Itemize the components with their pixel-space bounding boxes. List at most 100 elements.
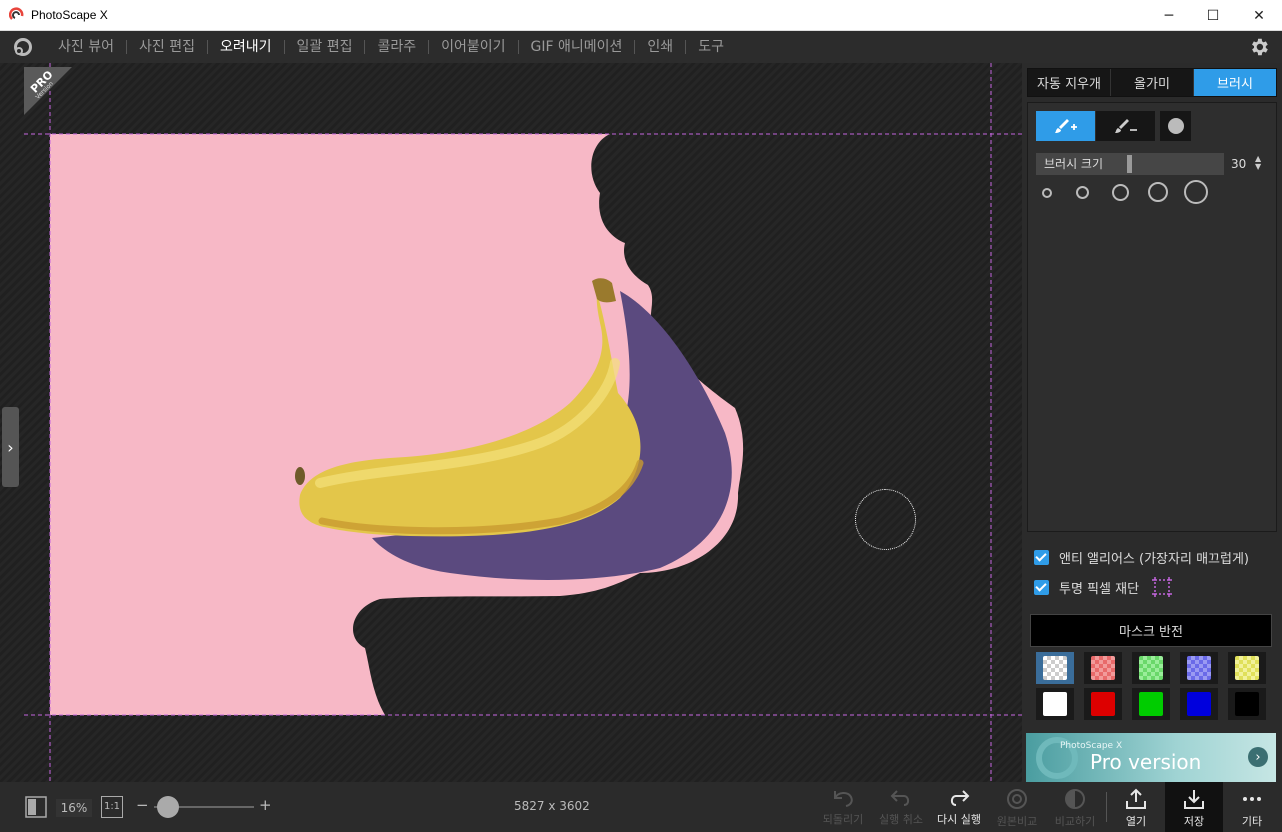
swatch-checker-blue[interactable] [1180, 652, 1218, 684]
chevron-right-icon: › [7, 437, 14, 457]
zoom-level[interactable]: 16% [56, 799, 92, 817]
swatch-checker-white[interactable] [1036, 652, 1074, 684]
brush-erase-button[interactable] [1096, 111, 1155, 141]
checker-yellow-swatch [1235, 656, 1259, 680]
pro-version-badge: PRO Version [24, 67, 72, 115]
bottom-toolbar: 16% 1:1 − + 5827 x 3602 되돌리기 실행 취소 다시 실행… [0, 782, 1282, 832]
menu-photo-viewer[interactable]: 사진 뷰어 [46, 31, 126, 63]
compare-original-icon [1007, 789, 1027, 809]
swatch-checker-red[interactable] [1084, 652, 1122, 684]
circle-brush-button[interactable] [1160, 111, 1191, 141]
main-menu-bar: 사진 뷰어 사진 편집 오려내기 일괄 편집 콜라주 이어붙이기 GIF 애니메… [0, 31, 1282, 63]
save-icon [1184, 790, 1204, 809]
crop-transparent-checkbox[interactable] [1034, 579, 1049, 595]
compare-icon [1065, 789, 1085, 809]
brush-size-value[interactable]: 30 [1231, 153, 1246, 175]
menu-batch-editor[interactable]: 일괄 편집 [285, 31, 365, 63]
more-label: 기타 [1241, 815, 1263, 828]
brush-options: 브러시 크기 30 ▲ ▼ [1027, 102, 1277, 532]
swatch-black[interactable] [1228, 688, 1266, 720]
compare-original-label: 원본비교 [996, 815, 1038, 828]
tab-lasso[interactable]: 올가미 [1111, 69, 1194, 96]
compare-button[interactable]: 비교하기 [1046, 782, 1104, 832]
black-swatch [1235, 692, 1259, 716]
redo-label: 다시 실행 [937, 813, 981, 826]
menu-collage[interactable]: 콜라주 [365, 31, 428, 63]
actual-size-button[interactable]: 1:1 [101, 796, 123, 818]
more-button[interactable]: 기타 [1223, 782, 1281, 832]
revert-icon [834, 791, 853, 807]
brush-add-button[interactable] [1036, 111, 1095, 141]
app-logo-icon [9, 7, 24, 20]
brush-preset-2[interactable] [1076, 186, 1089, 199]
compare-label: 비교하기 [1054, 815, 1096, 828]
window-title: PhotoScape X [31, 8, 108, 22]
brush-add-icon [1054, 119, 1077, 133]
undo-button[interactable]: 실행 취소 [872, 782, 930, 832]
white-swatch [1043, 692, 1067, 716]
save-label: 저장 [1183, 815, 1205, 828]
tab-auto-eraser[interactable]: 자동 지우개 [1028, 69, 1111, 96]
brush-size-slider[interactable]: 브러시 크기 [1036, 153, 1224, 175]
brush-preset-3[interactable] [1112, 184, 1129, 201]
brush-cursor [855, 489, 916, 550]
tool-tabs: 자동 지우개 올가미 브러시 [1027, 68, 1277, 97]
menu-tools[interactable]: 도구 [686, 31, 736, 63]
title-bar: PhotoScape X ─ ☐ ✕ [0, 0, 1282, 31]
redo-button[interactable]: 다시 실행 [930, 782, 988, 832]
maximize-button[interactable]: ☐ [1190, 0, 1236, 31]
canvas-area[interactable]: PRO Version › [0, 63, 1022, 782]
blue-swatch [1187, 692, 1211, 716]
revert-label: 되돌리기 [822, 813, 864, 826]
brush-size-thumb[interactable] [1127, 155, 1132, 173]
red-swatch [1091, 692, 1115, 716]
gear-icon[interactable] [1248, 36, 1270, 58]
swatch-blue[interactable] [1180, 688, 1218, 720]
banana-tip [295, 467, 305, 485]
swatch-red[interactable] [1084, 688, 1122, 720]
zoom-slider-thumb[interactable] [157, 796, 179, 818]
menu-combine[interactable]: 이어붙이기 [429, 31, 517, 63]
anti-alias-option[interactable]: 앤티 앨리어스 (가장자리 매끄럽게) [1034, 548, 1249, 567]
open-label: 열기 [1125, 815, 1147, 828]
redo-icon [950, 790, 970, 806]
brush-preset-4[interactable] [1148, 182, 1168, 202]
brush-size-spinner-icon[interactable]: ▲ ▼ [1255, 155, 1261, 171]
home-icon[interactable] [12, 36, 34, 58]
close-button[interactable]: ✕ [1236, 0, 1282, 31]
anti-alias-checkbox[interactable] [1034, 549, 1049, 565]
tab-brush[interactable]: 브러시 [1194, 69, 1276, 96]
pro-version-banner[interactable]: PhotoScape X Pro version › [1026, 733, 1276, 782]
menu-print[interactable]: 인쇄 [635, 31, 685, 63]
cutout-image[interactable] [0, 63, 1022, 782]
swatch-green[interactable] [1132, 688, 1170, 720]
save-button[interactable]: 저장 [1165, 782, 1223, 832]
zoom-in-button[interactable]: + [259, 796, 272, 814]
zoom-out-button[interactable]: − [136, 796, 149, 814]
minimize-button[interactable]: ─ [1146, 0, 1192, 31]
chevron-right-icon[interactable]: › [1248, 747, 1268, 767]
crop-transparent-option[interactable]: 투명 픽셀 재단 [1034, 577, 1173, 597]
menu-photo-editor[interactable]: 사진 편집 [127, 31, 207, 63]
swatch-white[interactable] [1036, 688, 1074, 720]
compare-original-button[interactable]: 원본비교 [988, 782, 1046, 832]
swatch-checker-yellow[interactable] [1228, 652, 1266, 684]
brush-preset-1[interactable] [1042, 188, 1052, 198]
open-button[interactable]: 열기 [1107, 782, 1165, 832]
revert-button[interactable]: 되돌리기 [814, 782, 872, 832]
swatch-checker-green[interactable] [1132, 652, 1170, 684]
open-icon [1126, 788, 1146, 809]
undo-label: 실행 취소 [879, 813, 923, 826]
checker-red-swatch [1091, 656, 1115, 680]
menu-gif-animation[interactable]: GIF 애니메이션 [519, 31, 635, 63]
image-dimensions: 5827 x 3602 [514, 799, 590, 813]
promo-big-text: Pro version [1090, 750, 1202, 774]
panel-toggle-icon[interactable] [25, 796, 47, 818]
menu-cut-out[interactable]: 오려내기 [208, 31, 284, 63]
brush-erase-icon [1114, 119, 1137, 133]
expand-sidebar-button[interactable]: › [2, 407, 19, 487]
brush-preset-5[interactable] [1184, 180, 1208, 204]
invert-mask-button[interactable]: 마스크 반전 [1030, 614, 1272, 647]
crop-transparent-label: 투명 픽셀 재단 [1059, 581, 1140, 597]
undo-icon [890, 790, 910, 806]
